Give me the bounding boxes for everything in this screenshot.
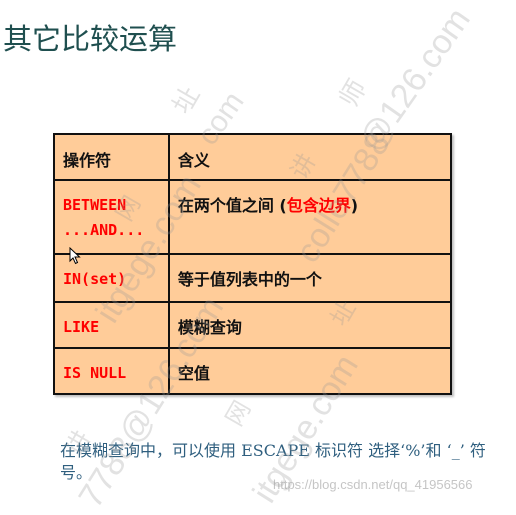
header-meaning-label: 含义 (177, 151, 210, 170)
table-row: IS NULL 空值 (53, 347, 453, 395)
escape-note: 在模糊查询中，可以使用 ESCAPE 标识符 选择‘%’和 ‘_’ 符号。 (60, 441, 486, 482)
operator-is-null: IS NULL (63, 364, 127, 382)
meaning-text: 在两个值之间 ( (177, 196, 287, 215)
table-row: IN(set) 等于值列表中的一个 (53, 253, 453, 303)
meaning-cell: 空值 (167, 347, 453, 395)
meaning-cell: 等于值列表中的一个 (167, 253, 453, 303)
table-header-row: 操作符 含义 (53, 133, 453, 181)
operator-cell: IS NULL (53, 347, 170, 395)
meaning-cell: 模糊查询 (167, 301, 453, 349)
slide-title: 其它比较运算 (3, 22, 178, 56)
watermark-text: 网 (220, 396, 257, 431)
watermark-text: 址 (166, 81, 206, 119)
operator-cell: BETWEEN ...AND... (53, 179, 170, 255)
table-row: BETWEEN ...AND... 在两个值之间 (包含边界) (53, 179, 453, 255)
comparison-operators-table: 操作符 含义 BETWEEN ...AND... 在两个值之间 (包含边界) I… (53, 133, 453, 395)
table-row: LIKE 模糊查询 (53, 301, 453, 349)
meaning-between-and: 在两个值之间 (包含边界) (170, 181, 450, 218)
meaning-like: 模糊查询 (177, 318, 242, 337)
mouse-cursor-icon (69, 246, 81, 265)
header-cell-meaning: 含义 (167, 133, 453, 181)
operator-like: LIKE (63, 318, 100, 336)
operator-between-and: BETWEEN ...AND... (63, 196, 145, 239)
meaning-highlight: 包含边界 (286, 196, 351, 215)
meaning-in-set: 等于值列表中的一个 (177, 270, 322, 289)
header-operator-label: 操作符 (63, 151, 112, 170)
header-cell-operator: 操作符 (53, 133, 170, 181)
watermark-text: 师 (333, 74, 373, 112)
meaning-cell: 在两个值之间 (包含边界) (167, 179, 453, 255)
meaning-suffix: ) (350, 196, 359, 215)
meaning-is-null: 空值 (177, 364, 210, 383)
operator-cell: LIKE (53, 301, 170, 349)
